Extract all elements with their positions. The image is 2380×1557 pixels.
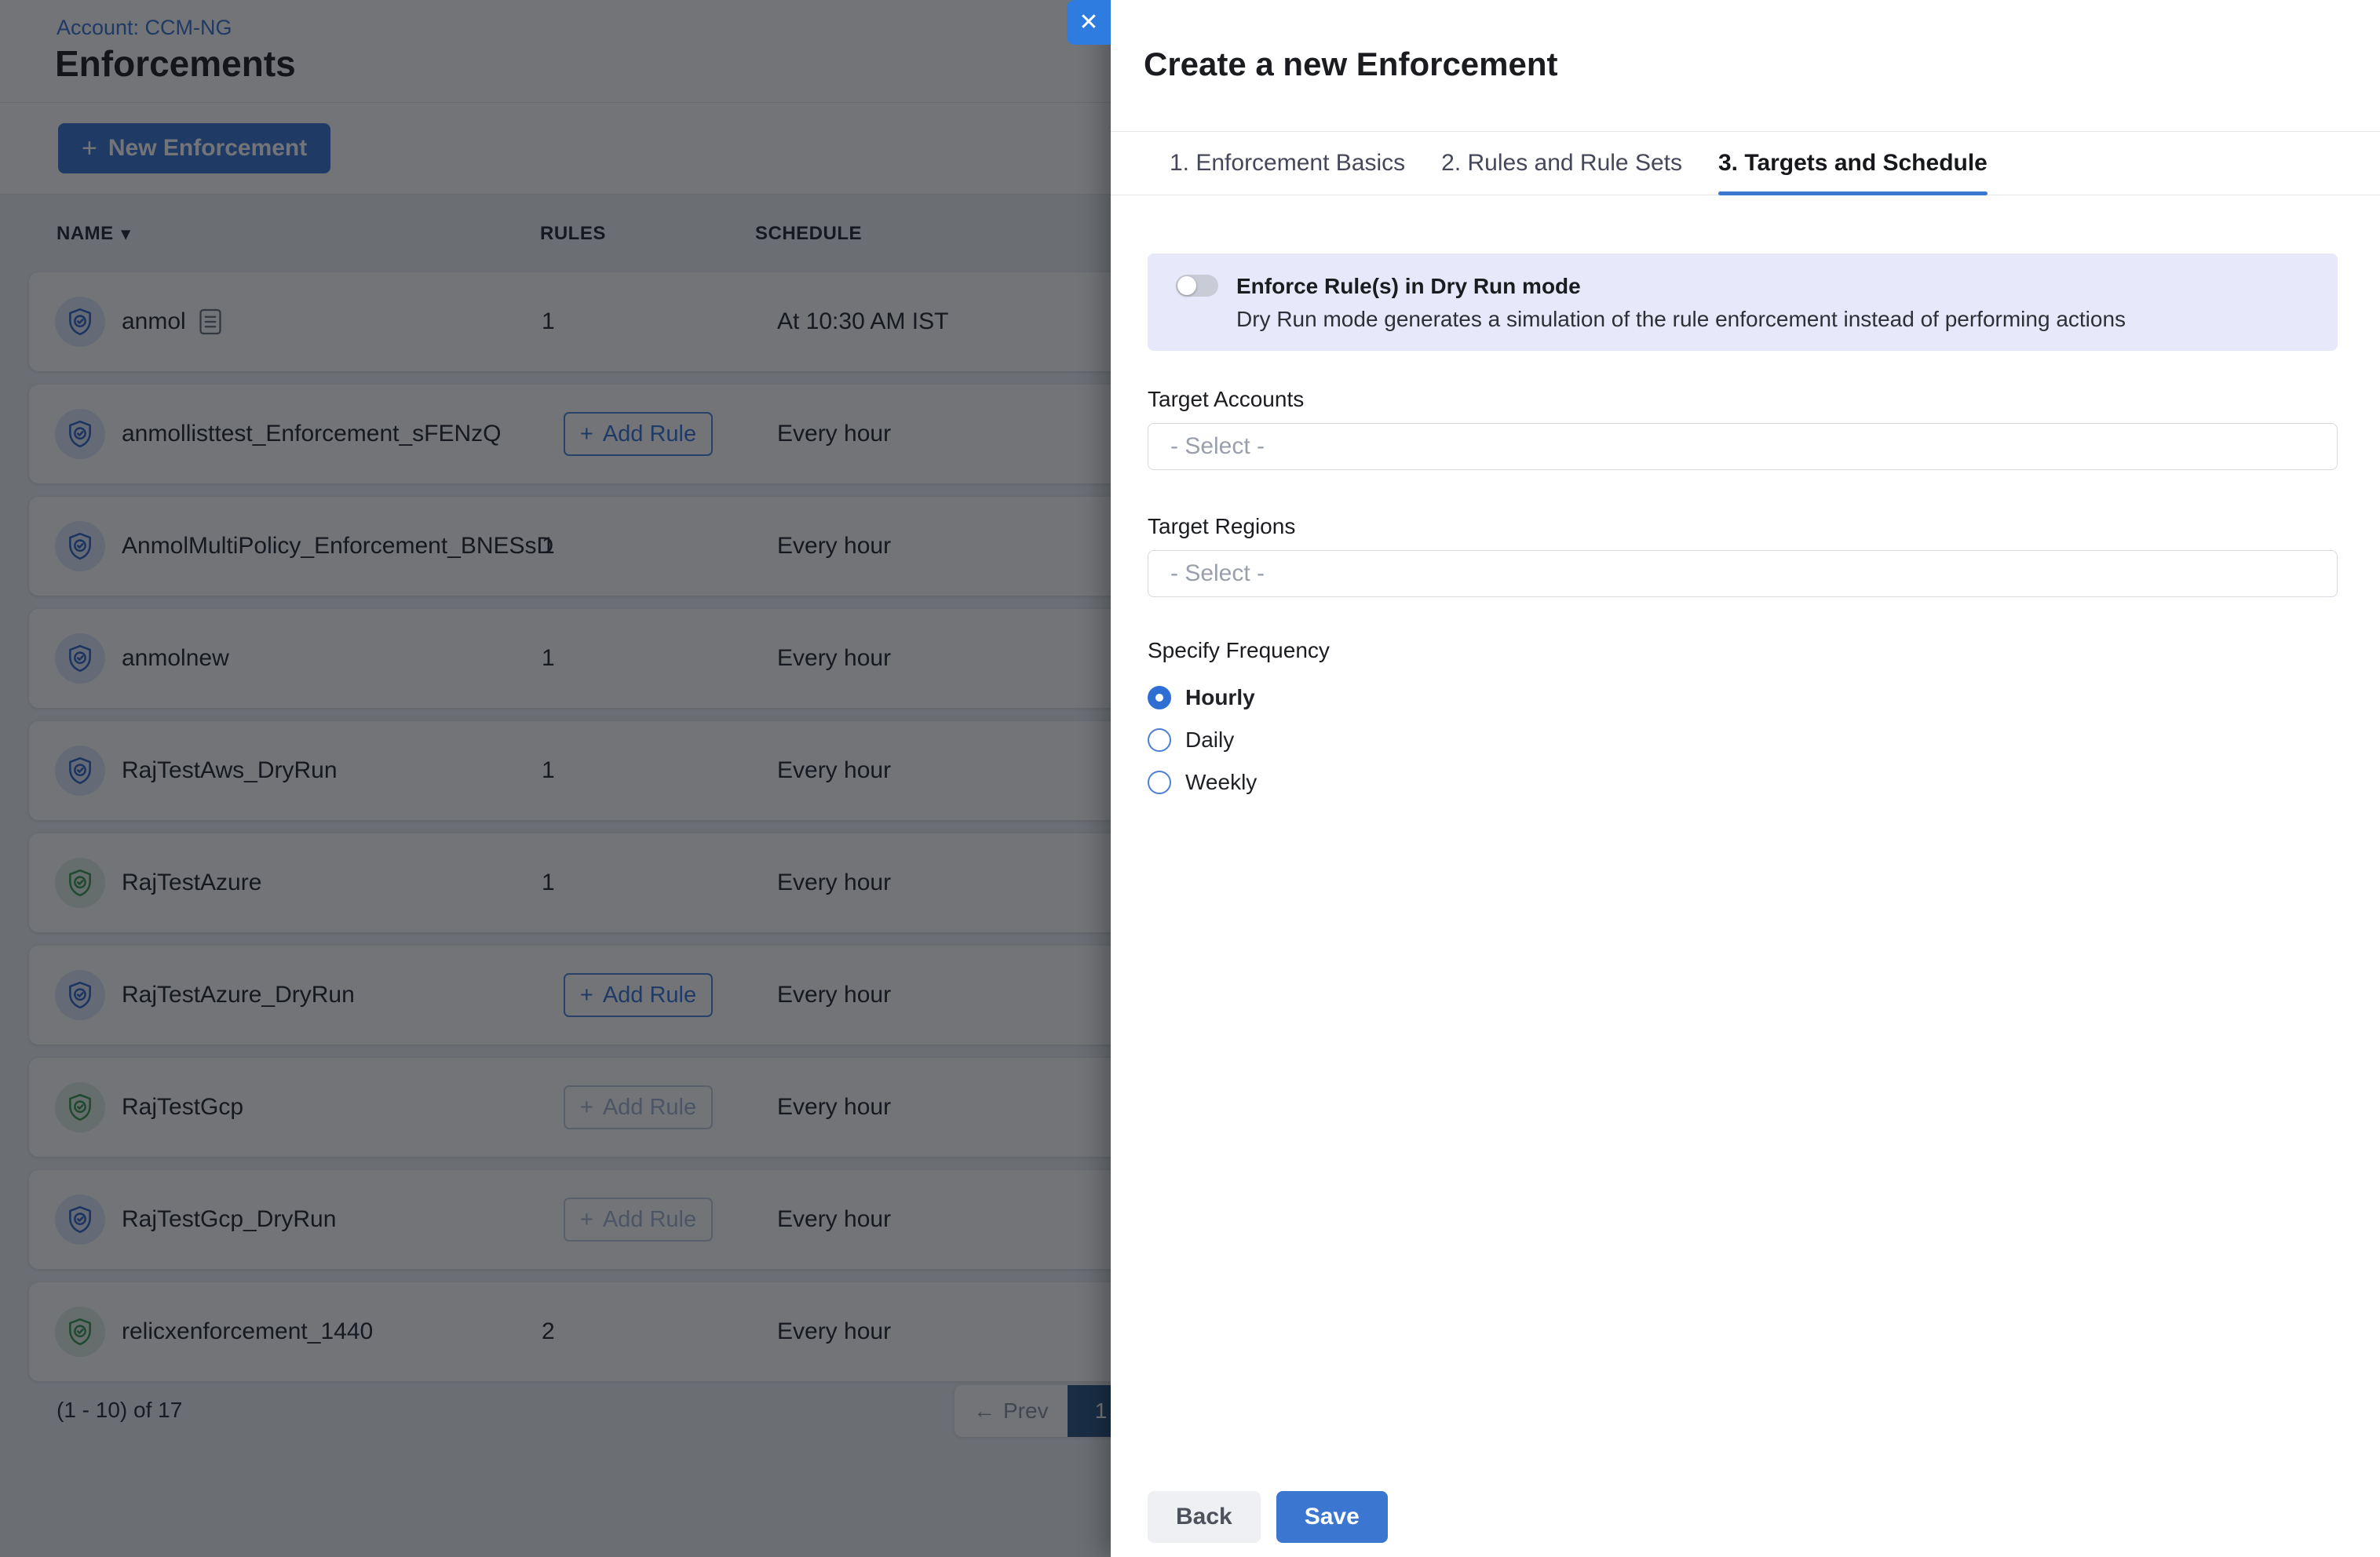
- dry-run-description: Dry Run mode generates a simulation of t…: [1236, 307, 2126, 332]
- frequency-radio[interactable]: Daily: [1148, 723, 2338, 757]
- frequency-radio[interactable]: Hourly: [1148, 680, 2338, 715]
- dry-run-toggle[interactable]: [1176, 275, 1218, 297]
- drawer-tab[interactable]: 3. Targets and Schedule: [1718, 132, 1988, 195]
- radio-icon: [1148, 728, 1171, 752]
- frequency-label: Specify Frequency: [1148, 638, 2338, 663]
- dry-run-title: Enforce Rule(s) in Dry Run mode: [1236, 274, 1581, 299]
- drawer-tabs: 1. Enforcement Basics 2. Rules and Rule …: [1111, 131, 2380, 195]
- drawer-footer: Back Save: [1148, 1491, 1388, 1543]
- frequency-radio-group: Hourly Daily Weekly: [1148, 680, 2338, 800]
- create-enforcement-drawer: ✕ Create a new Enforcement 1. Enforcemen…: [1111, 0, 2380, 1557]
- radio-icon: [1148, 771, 1171, 794]
- toggle-knob-icon: [1177, 276, 1196, 295]
- drawer-tab[interactable]: 1. Enforcement Basics: [1170, 132, 1405, 195]
- dry-run-panel: Enforce Rule(s) in Dry Run mode Dry Run …: [1148, 253, 2338, 351]
- close-button[interactable]: ✕: [1067, 0, 1111, 45]
- drawer-tab[interactable]: 2. Rules and Rule Sets: [1441, 132, 1682, 195]
- target-accounts-placeholder: - Select -: [1170, 433, 1265, 460]
- frequency-radio[interactable]: Weekly: [1148, 765, 2338, 800]
- target-regions-label: Target Regions: [1148, 514, 2338, 539]
- target-accounts-select[interactable]: - Select -: [1148, 423, 2338, 470]
- radio-icon: [1148, 686, 1171, 709]
- target-regions-select[interactable]: - Select -: [1148, 550, 2338, 597]
- back-button[interactable]: Back: [1148, 1491, 1261, 1543]
- save-button[interactable]: Save: [1276, 1491, 1388, 1543]
- drawer-content: Enforce Rule(s) in Dry Run mode Dry Run …: [1148, 195, 2338, 1471]
- close-icon: ✕: [1079, 9, 1098, 36]
- drawer-title: Create a new Enforcement: [1144, 46, 1558, 83]
- target-accounts-label: Target Accounts: [1148, 387, 2338, 412]
- target-regions-placeholder: - Select -: [1170, 560, 1265, 587]
